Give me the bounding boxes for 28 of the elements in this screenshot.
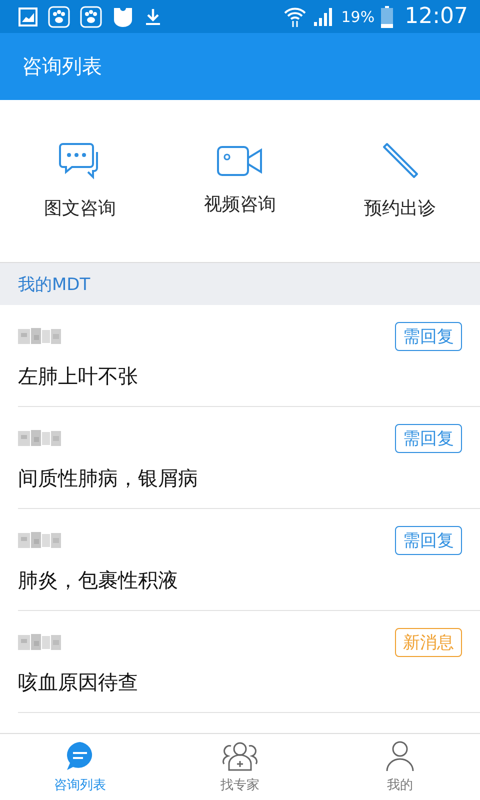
paw-icon [48,6,70,28]
diagnosis-text: 咳血原因待查 [18,668,139,696]
battery-percent: 19% [341,8,375,26]
download-icon [144,6,162,26]
clock: 12:07 [404,4,468,29]
paw-icon [80,6,102,28]
pen-icon [381,142,419,180]
diagnosis-text: 肺炎，包裹性积液 [18,566,179,594]
consultation-item[interactable]: 需回复 肺炎，包裹性积液 [18,509,480,611]
wifi-icon [283,6,308,28]
app-title: 咨询列表 [22,53,102,80]
consultation-item[interactable]: 需回复 左肺上叶不张 [18,305,480,407]
battery-icon [380,6,393,28]
person-icon [385,740,415,772]
status-badge: 需回复 [395,322,462,350]
gallery-icon [18,6,38,26]
consultation-item[interactable]: 新消息 咳血原因待查 [18,611,480,713]
chat-icon [59,142,101,180]
doctors-icon [222,740,258,772]
status-badge: 需回复 [395,526,462,554]
section-title: 我的MDT [18,274,90,296]
diagnosis-text: 间质性肺病，银屑病 [18,464,199,492]
status-badge: 需回复 [395,424,462,452]
diagnosis-text: 左肺上叶不张 [18,362,139,390]
consultation-item[interactable]: 需回复 间质性肺病，银屑病 [18,407,480,509]
video-camera-icon [217,146,263,176]
status-badge: 新消息 [395,628,462,656]
bib-icon [112,6,134,28]
